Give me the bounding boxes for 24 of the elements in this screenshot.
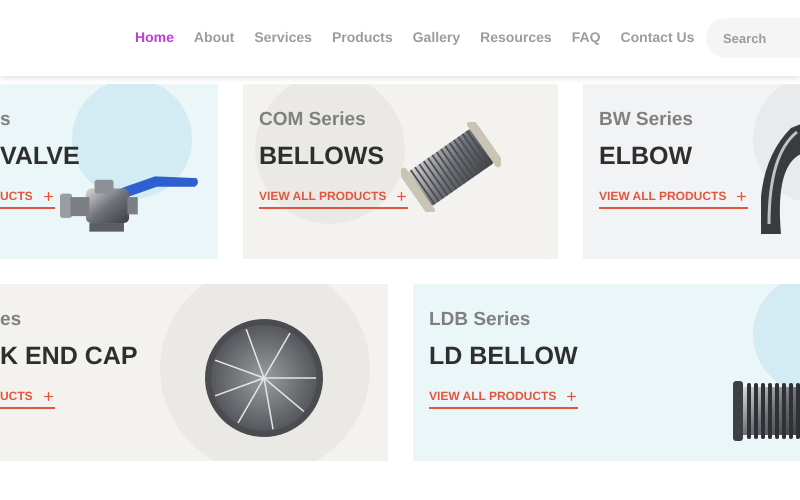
- nav-link[interactable]: Gallery: [412, 29, 460, 45]
- series-label: COM Series: [259, 108, 367, 132]
- nav-link[interactable]: Contact Us: [620, 29, 694, 45]
- series-label: es: [0, 308, 22, 332]
- view-all-products-link[interactable]: UCTS: [0, 189, 55, 209]
- product-title: VALVE: [0, 141, 81, 172]
- series-label: BW Series: [599, 108, 694, 132]
- search-field[interactable]: Search: [706, 18, 800, 58]
- view-all-products-link[interactable]: VIEW ALL PRODUCTS: [599, 189, 748, 209]
- nav-link[interactable]: About: [194, 29, 234, 45]
- view-all-products-link[interactable]: VIEW ALL PRODUCTS: [259, 189, 408, 209]
- product-title: K END CAP: [0, 341, 139, 372]
- series-label: LDB Series: [429, 308, 532, 332]
- nav-link[interactable]: FAQ: [572, 29, 600, 45]
- nav-link[interactable]: Services: [254, 29, 312, 45]
- view-all-products-link[interactable]: VIEW ALL PRODUCTS: [429, 389, 578, 409]
- product-title: LD BELLOW: [429, 341, 579, 372]
- nav-link[interactable]: Resources: [480, 29, 552, 45]
- nav-link[interactable]: Products: [332, 29, 393, 45]
- product-title: ELBOW: [599, 141, 694, 172]
- series-label: s: [0, 108, 12, 132]
- product-title: BELLOWS: [259, 141, 385, 172]
- nav-link[interactable]: Home: [135, 29, 174, 45]
- view-all-products-link[interactable]: UCTS: [0, 389, 55, 409]
